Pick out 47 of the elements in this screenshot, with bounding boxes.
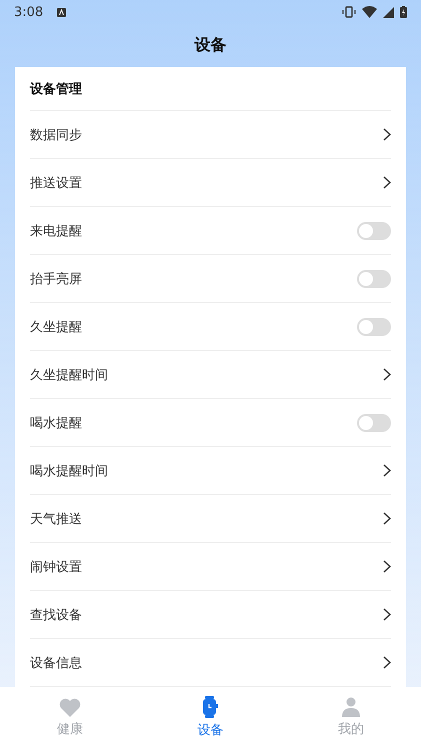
wifi-icon <box>362 6 377 18</box>
row-label: 推送设置 <box>30 174 82 192</box>
page-title: 设备 <box>194 35 226 56</box>
watch-icon <box>202 696 218 718</box>
chevron-right-icon <box>383 176 391 189</box>
settings-row[interactable]: 推送设置 <box>30 159 391 207</box>
row-label: 闹钟设置 <box>30 558 82 576</box>
chevron-right-icon <box>383 656 391 669</box>
settings-row[interactable]: 久坐提醒 <box>30 303 391 351</box>
chevron-right-icon <box>383 464 391 477</box>
nav-tab[interactable]: 设备 <box>140 687 281 748</box>
settings-row[interactable]: 数据同步 <box>30 111 391 159</box>
chevron-right-icon <box>383 512 391 525</box>
notification-icon <box>57 8 66 16</box>
row-label: 喝水提醒时间 <box>30 462 108 480</box>
settings-row[interactable]: 喝水提醒 <box>30 399 391 447</box>
settings-row[interactable]: 抬手亮屏 <box>30 255 391 303</box>
vibrate-icon <box>342 6 356 18</box>
settings-row[interactable]: 喝水提醒时间 <box>30 447 391 495</box>
row-label: 数据同步 <box>30 126 82 144</box>
row-label: 天气推送 <box>30 510 82 528</box>
row-label: 来电提醒 <box>30 222 82 240</box>
status-time: 3:08 <box>14 4 44 20</box>
battery-icon <box>400 6 407 18</box>
toggle-switch[interactable] <box>357 414 391 432</box>
row-label: 设备信息 <box>30 654 82 672</box>
row-label: 查找设备 <box>30 606 82 624</box>
chevron-right-icon <box>383 128 391 141</box>
heart-icon <box>59 698 82 716</box>
row-label: 久坐提醒时间 <box>30 366 108 384</box>
toggle-switch[interactable] <box>357 318 391 336</box>
chevron-right-icon <box>383 560 391 573</box>
toggle-switch[interactable] <box>357 222 391 240</box>
settings-row[interactable]: 闹钟设置 <box>30 543 391 591</box>
row-label: 喝水提醒 <box>30 414 82 432</box>
person-icon <box>340 697 361 717</box>
chevron-right-icon <box>383 608 391 621</box>
settings-row[interactable]: 来电提醒 <box>30 207 391 255</box>
row-label: 抬手亮屏 <box>30 270 82 288</box>
signal-icon <box>383 6 394 18</box>
toggle-switch[interactable] <box>357 270 391 288</box>
settings-row[interactable]: 查找设备 <box>30 591 391 639</box>
chevron-right-icon <box>383 368 391 381</box>
section-title: 设备管理 <box>30 80 82 98</box>
settings-row[interactable]: 天气推送 <box>30 495 391 543</box>
settings-row[interactable]: 久坐提醒时间 <box>30 351 391 399</box>
row-label: 久坐提醒 <box>30 318 82 336</box>
